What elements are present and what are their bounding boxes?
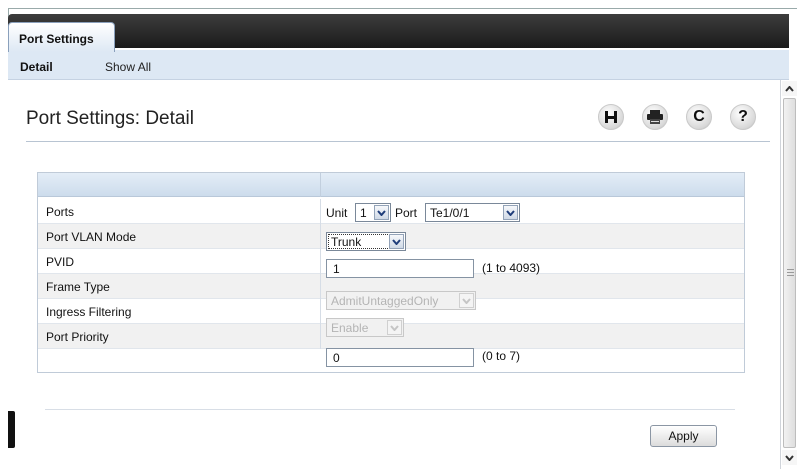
- footer-divider: [45, 409, 735, 410]
- scroll-thumb[interactable]: [783, 98, 796, 448]
- ingress-filtering-label: Ingress Filtering: [46, 305, 132, 319]
- chevron-down-icon: [503, 205, 518, 220]
- title-divider: [26, 141, 770, 142]
- save-icon[interactable]: [598, 104, 624, 130]
- grip-line: [787, 269, 794, 270]
- page-title: Port Settings: Detail: [26, 108, 194, 129]
- apply-button[interactable]: Apply: [650, 425, 717, 447]
- frame-type-select[interactable]: AdmitUntaggedOnly: [326, 291, 476, 310]
- chevron-down-icon: [459, 293, 474, 308]
- port-vlan-mode-label: Port VLAN Mode: [46, 230, 137, 244]
- subtab-show-all[interactable]: Show All: [105, 60, 151, 74]
- save-glyph: [605, 111, 617, 123]
- chevron-down-icon: [374, 205, 389, 220]
- tab-bar: [8, 14, 789, 48]
- side-handle[interactable]: [8, 411, 15, 448]
- panel-header: [38, 173, 744, 197]
- column-divider: [320, 199, 321, 224]
- column-divider: [320, 324, 321, 349]
- column-divider: [320, 224, 321, 249]
- port-select-value: Te1/0/1: [430, 206, 470, 220]
- column-divider: [320, 249, 321, 274]
- chevron-down-icon: [387, 320, 402, 335]
- refresh-icon[interactable]: C: [686, 104, 712, 130]
- grip-line: [787, 272, 794, 273]
- pvid-input-value: 1: [333, 262, 340, 276]
- scroll-down-button[interactable]: [782, 450, 797, 465]
- port-label: Port: [395, 206, 418, 220]
- subtab-detail[interactable]: Detail: [20, 60, 53, 74]
- ports-label: Ports: [46, 205, 75, 219]
- port-priority-input[interactable]: 0: [326, 348, 474, 367]
- ingress-filtering-value: Enable: [331, 321, 369, 335]
- scroll-up-button[interactable]: [782, 81, 797, 96]
- port-priority-range-hint: (0 to 7): [482, 349, 521, 363]
- pvid-input[interactable]: 1: [326, 259, 474, 278]
- vlan-mode-value: Trunk: [331, 235, 362, 249]
- frame-type-value: AdmitUntaggedOnly: [331, 294, 439, 308]
- row-ports: Ports: [38, 199, 744, 224]
- port-priority-input-value: 0: [333, 351, 340, 365]
- print-glyph: [647, 110, 663, 124]
- grip-line: [787, 275, 794, 276]
- chevron-up-icon: [785, 85, 794, 92]
- help-icon[interactable]: ?: [730, 104, 756, 130]
- pvid-label: PVID: [46, 255, 75, 269]
- port-priority-label: Port Priority: [46, 330, 109, 344]
- unit-label: Unit: [326, 206, 348, 220]
- pvid-range-hint: (1 to 4093): [482, 261, 541, 275]
- help-glyph: ?: [738, 108, 748, 125]
- unit-select-value: 1: [360, 206, 367, 220]
- column-divider: [320, 299, 321, 324]
- vertical-scrollbar[interactable]: [780, 80, 797, 469]
- tab-port-settings[interactable]: Port Settings: [8, 22, 115, 52]
- panel-header-divider: [320, 173, 321, 197]
- chevron-down-icon: [389, 234, 404, 249]
- refresh-glyph: C: [693, 108, 705, 125]
- ingress-filtering-select[interactable]: Enable: [326, 318, 404, 337]
- print-icon[interactable]: [642, 104, 668, 130]
- vlan-mode-select[interactable]: Trunk: [326, 232, 406, 251]
- port-select[interactable]: Te1/0/1: [425, 203, 520, 222]
- frame-type-label: Frame Type: [46, 280, 110, 294]
- unit-select[interactable]: 1: [355, 203, 391, 222]
- chevron-down-icon: [785, 454, 794, 461]
- column-divider: [320, 274, 321, 299]
